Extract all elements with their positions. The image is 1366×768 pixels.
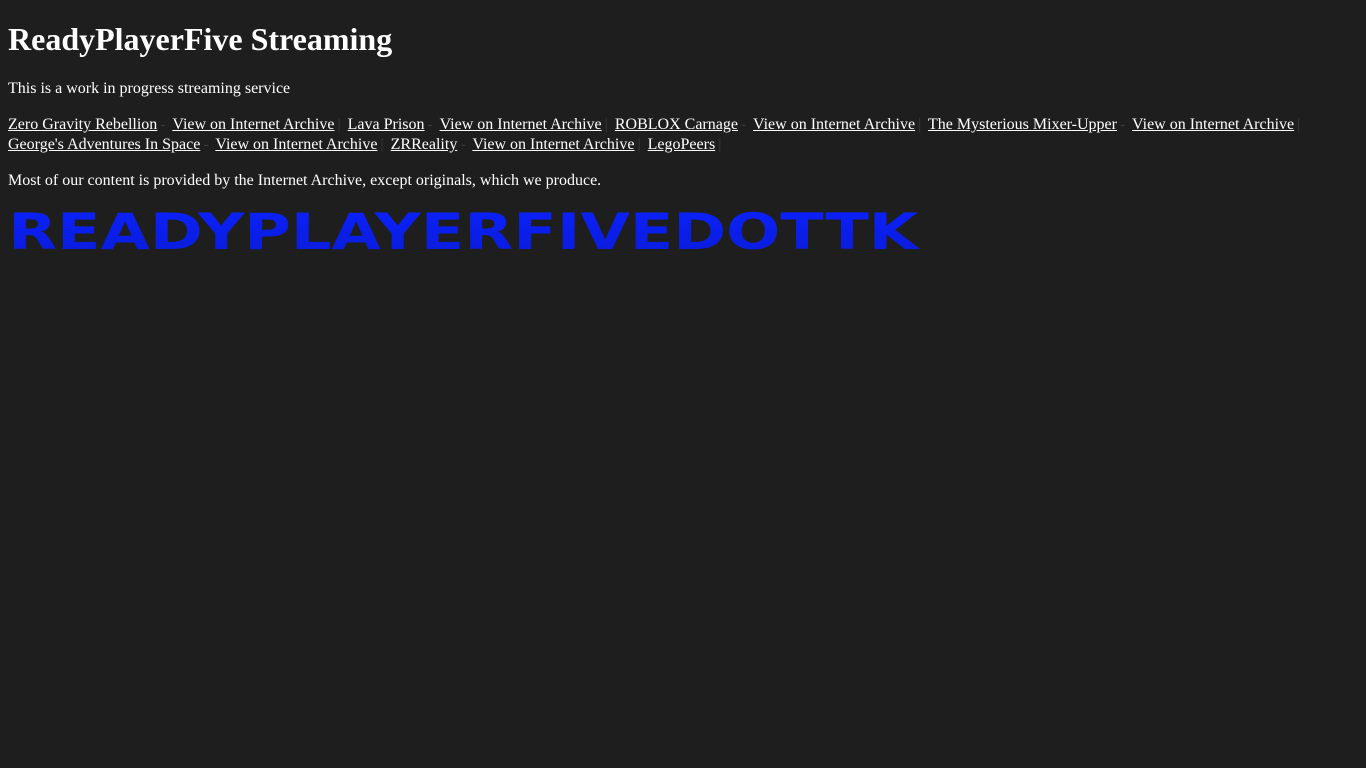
link-separator: -	[1119, 116, 1126, 133]
page-body: ReadyPlayerFive Streaming This is a work…	[0, 0, 1366, 261]
link-separator: |	[1297, 116, 1301, 133]
link-separator: -	[740, 116, 747, 133]
link-separator: -	[203, 136, 209, 153]
link-separator: -	[427, 116, 433, 133]
link-separator: -	[460, 136, 466, 153]
link-separator: |	[718, 136, 722, 153]
link-separator: -	[160, 116, 166, 133]
link-ia-lava-prison[interactable]: View on Internet Archive	[440, 116, 602, 133]
link-ia-mysterious-mixer-upper[interactable]: View on Internet Archive	[1132, 116, 1294, 133]
link-lava-prison[interactable]: Lava Prison	[348, 116, 425, 133]
logo-wordmark: READYPLAYERFIVEDOTTK	[8, 207, 920, 253]
link-zrreality[interactable]: ZRReality	[391, 136, 458, 153]
link-separator: |	[337, 116, 341, 133]
page-title: ReadyPlayerFive Streaming	[8, 21, 393, 57]
link-ia-zrreality[interactable]: View on Internet Archive	[472, 136, 634, 153]
logo-banner: READYPLAYERFIVEDOTTK	[8, 207, 920, 253]
link-zero-gravity-rebellion[interactable]: Zero Gravity Rebellion	[8, 116, 157, 133]
video-link-list: Zero Gravity Rebellion - View on Internet…	[8, 115, 1358, 155]
link-ia-roblox-carnage[interactable]: View on Internet Archive	[753, 116, 915, 133]
link-mysterious-mixer-upper[interactable]: The Mysterious Mixer-Upper	[928, 116, 1117, 133]
link-separator: |	[637, 136, 641, 153]
link-georges-adventures-in-space[interactable]: George's Adventures In Space	[8, 136, 200, 153]
link-separator: |	[604, 116, 608, 133]
link-separator: |	[380, 136, 384, 153]
link-separator: |	[918, 116, 922, 133]
page-subtitle: This is a work in progress streaming ser…	[8, 80, 291, 97]
link-legopeers[interactable]: LegoPeers	[648, 136, 716, 153]
logo-image: READYPLAYERFIVEDOTTK	[8, 207, 920, 253]
link-ia-zero-gravity-rebellion[interactable]: View on Internet Archive	[172, 116, 334, 133]
link-ia-georges-adventures-in-space[interactable]: View on Internet Archive	[215, 136, 377, 153]
footer-note: Most of our content is provided by the I…	[8, 172, 602, 189]
link-roblox-carnage[interactable]: ROBLOX Carnage	[615, 116, 738, 133]
